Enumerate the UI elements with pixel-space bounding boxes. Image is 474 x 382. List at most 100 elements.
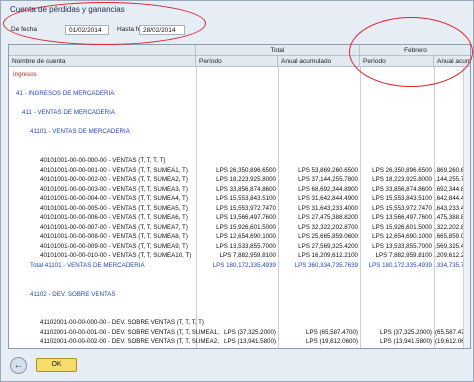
cell-cumulative-month: ,642,844.4900 bbox=[435, 195, 464, 203]
cell-cumulative: LPS 32,322,202.8700 bbox=[298, 223, 358, 231]
table-row[interactable]: 40101001-00-00-008-00 - VENTAS (T, T, SU… bbox=[9, 232, 470, 241]
cell-cumulative: LPS 27,569,325.4200 bbox=[298, 242, 358, 250]
cell-period-month: LPS 15,553,843.5100 bbox=[372, 195, 432, 203]
cell-account: 40101001-00-00-000-00 - VENTAS (T, T, T,… bbox=[40, 156, 166, 164]
from-date-label: De fecha bbox=[11, 26, 38, 33]
cell-period-month: LPS 180,172,335.4939 bbox=[368, 262, 432, 269]
cell-cumulative-month: ,209,612.2100 bbox=[435, 252, 464, 260]
cell-period-month: LPS (13,941.5800) bbox=[380, 338, 432, 346]
table-row[interactable]: 40101001-00-00-010-00 - VENTAS (T, T, SU… bbox=[9, 251, 470, 260]
vertical-scrollbar[interactable] bbox=[463, 67, 470, 348]
header-period[interactable]: Período bbox=[196, 56, 278, 67]
cell-period-month: LPS 15,926,601.5000 bbox=[372, 223, 432, 231]
table-row[interactable] bbox=[9, 280, 470, 289]
header-account[interactable]: Nombre de cuenta bbox=[9, 56, 196, 67]
header-cumulative[interactable]: Anual acumulado bbox=[278, 56, 360, 67]
table-row[interactable]: Total 41101 - VENTAS DE MERCADERIA LPS 18… bbox=[9, 261, 470, 270]
table-row[interactable]: 40101001-00-00-004-00 - VENTAS (T, T, SU… bbox=[9, 194, 470, 203]
cell-cumulative: LPS 53,869,260.6500 bbox=[298, 166, 358, 174]
cell-period-month: LPS 18,223,925.8000 bbox=[372, 176, 432, 184]
cell-period-month: LPS 33,856,874.8600 bbox=[372, 185, 432, 193]
cell-account: 40101001-00-00-005-00 - VENTAS (T, T, SU… bbox=[40, 204, 188, 212]
header-cumulative-month[interactable]: Anual acumu... bbox=[434, 56, 470, 67]
cell-period-month: LPS 13,566,497.7600 bbox=[372, 214, 432, 222]
table-row[interactable]: 41102001-00-00-001-00 - DEV. SOBRE VENTA… bbox=[9, 328, 470, 337]
table-row[interactable]: 41102 - DEV. SOBRE VENTAS bbox=[9, 290, 470, 299]
cell-period-month: LPS 26,350,896.6500 bbox=[372, 166, 432, 174]
cell-cumulative-month: ,569,325.4200 bbox=[435, 242, 464, 250]
header-group-total: Total bbox=[196, 45, 360, 56]
table-row[interactable]: 40101001-00-00-007-00 - VENTAS (T, T, SU… bbox=[9, 223, 470, 232]
cell-account: 41102001-00-00-000-00 - DEV. SOBRE VENTA… bbox=[40, 319, 204, 327]
cell-period-month: LPS 12,654,690.1000 bbox=[372, 233, 432, 241]
cell-account: 40101001-00-00-001-00 - VENTAS (T, T, SU… bbox=[40, 166, 188, 174]
table-row[interactable]: 41 - INGRESOS DE MERCADERIA bbox=[9, 89, 470, 98]
cell-cumulative: LPS 360,334,735.7639 bbox=[294, 262, 358, 269]
cell-account: 411 - VENTAS DE MERCADERIA bbox=[22, 109, 115, 117]
cell-account: 41102001-00-00-001-00 - DEV. SOBRE VENTA… bbox=[40, 328, 220, 336]
cell-account: 40101001-00-00-010-00 - VENTAS (T, T, SU… bbox=[40, 252, 192, 260]
header-group-month: Febrero bbox=[360, 45, 470, 56]
cell-period: LPS 15,553,972.7470 bbox=[216, 204, 276, 212]
cell-cumulative: LPS 25,665,859.0600 bbox=[298, 233, 358, 241]
cell-cumulative-month: ,322,202.8700 bbox=[435, 223, 464, 231]
cell-cumulative-month: (65,587.4700) bbox=[435, 328, 464, 336]
cell-period: LPS 26,350,896.6500 bbox=[216, 166, 276, 174]
cell-cumulative: LPS 31,643,233.4000 bbox=[298, 204, 358, 212]
table-row[interactable] bbox=[9, 118, 470, 127]
table-row[interactable]: 40101001-00-00-003-00 - VENTAS (T, T, SU… bbox=[9, 185, 470, 194]
cell-cumulative: LPS 68,692,344.8900 bbox=[298, 185, 358, 193]
cell-cumulative: LPS 37,144,255.7800 bbox=[298, 176, 358, 184]
table-row[interactable]: 41101 - VENTAS DE MERCADERIA bbox=[9, 127, 470, 136]
cell-account: 41102001-00-00-002-00 - DEV. SOBRE VENTA… bbox=[40, 338, 220, 346]
window-title: Cuenta de pérdidas y ganancias bbox=[10, 5, 125, 14]
cell-account: 40101001-00-00-004-00 - VENTAS (T, T, SU… bbox=[40, 195, 188, 203]
table-row[interactable] bbox=[9, 309, 470, 318]
table-row[interactable]: 41102001-00-00-002-00 - DEV. SOBRE VENTA… bbox=[9, 337, 470, 346]
table-row[interactable]: Ingresos bbox=[9, 70, 470, 79]
cell-cumulative-month: .692,344.8900 bbox=[435, 185, 464, 193]
header-period-month[interactable]: Período bbox=[360, 56, 434, 67]
cell-account: 41 - INGRESOS DE MERCADERIA bbox=[16, 90, 115, 98]
table-row[interactable] bbox=[9, 271, 470, 280]
cell-cumulative-month: ,643,233.4000 bbox=[435, 204, 464, 212]
table-row[interactable]: 40101001-00-00-002-00 - VENTAS (T, T, SU… bbox=[9, 175, 470, 184]
table-row[interactable]: 41102001-00-00-000-00 - DEV. SOBRE VENTA… bbox=[9, 318, 470, 327]
cell-cumulative: LPS 27,475,388.8200 bbox=[298, 214, 358, 222]
report-grid[interactable]: Total Febrero Nombre de cuenta Período A… bbox=[8, 44, 471, 349]
table-row[interactable] bbox=[9, 146, 470, 155]
table-row[interactable] bbox=[9, 80, 470, 89]
cell-cumulative-month: .869,260.6500 bbox=[435, 166, 464, 174]
ok-button[interactable]: OK bbox=[36, 358, 77, 372]
table-row[interactable] bbox=[9, 99, 470, 108]
table-row[interactable] bbox=[9, 299, 470, 308]
cell-account: 40101001-00-00-007-00 - VENTAS (T, T, SU… bbox=[40, 223, 188, 231]
from-date-field[interactable]: 01/02/2014 bbox=[65, 25, 109, 35]
table-row[interactable]: 40101001-00-00-001-00 - VENTAS (T, T, SU… bbox=[9, 166, 470, 175]
cell-cumulative: LPS 31,642,844.4900 bbox=[298, 195, 358, 203]
cell-account: 40101001-00-00-008-00 - VENTAS (T, T, SU… bbox=[40, 233, 188, 241]
cell-period: LPS 7,882,959.8100 bbox=[219, 252, 276, 260]
table-row[interactable]: 411 - VENTAS DE MERCADERIA bbox=[9, 108, 470, 117]
back-button[interactable]: ← bbox=[10, 357, 27, 374]
table-row[interactable] bbox=[9, 137, 470, 146]
table-row[interactable]: 40101001-00-00-005-00 - VENTAS (T, T, SU… bbox=[9, 204, 470, 213]
cell-period: LPS 12,654,690.1000 bbox=[216, 233, 276, 241]
cell-cumulative: LPS (19,612.0600) bbox=[306, 338, 358, 346]
cell-period: LPS 13,566,497.7600 bbox=[216, 214, 276, 222]
table-row[interactable]: 40101001-00-00-000-00 - VENTAS (T, T, T,… bbox=[9, 156, 470, 165]
cell-cumulative: LPS 16,209,612.2100 bbox=[298, 252, 358, 260]
table-row[interactable]: 40101001-00-00-006-00 - VENTAS (T, T, SU… bbox=[9, 213, 470, 222]
cell-period: LPS 33,856,874.8600 bbox=[216, 185, 276, 193]
cell-period: LPS 180,172,335.4939 bbox=[212, 262, 276, 269]
cell-account: 41102 - DEV. SOBRE VENTAS bbox=[30, 290, 116, 298]
report-window: Cuenta de pérdidas y ganancias De fecha … bbox=[0, 0, 474, 382]
cell-period: LPS 18,223,925.8000 bbox=[216, 176, 276, 184]
cell-account: 41101 - VENTAS DE MERCADERIA bbox=[30, 128, 130, 136]
cell-period-month: LPS (37,325.2000) bbox=[380, 328, 432, 336]
cell-period: LPS 13,533,855.7000 bbox=[216, 242, 276, 250]
to-date-field[interactable]: 28/02/2014 bbox=[139, 25, 185, 35]
table-row[interactable]: 40101001-00-00-009-00 - VENTAS (T, T, SU… bbox=[9, 242, 470, 251]
cell-cumulative: LPS (65,587.4700) bbox=[306, 328, 358, 336]
cell-period: LPS (13,941.5800) bbox=[224, 338, 276, 346]
